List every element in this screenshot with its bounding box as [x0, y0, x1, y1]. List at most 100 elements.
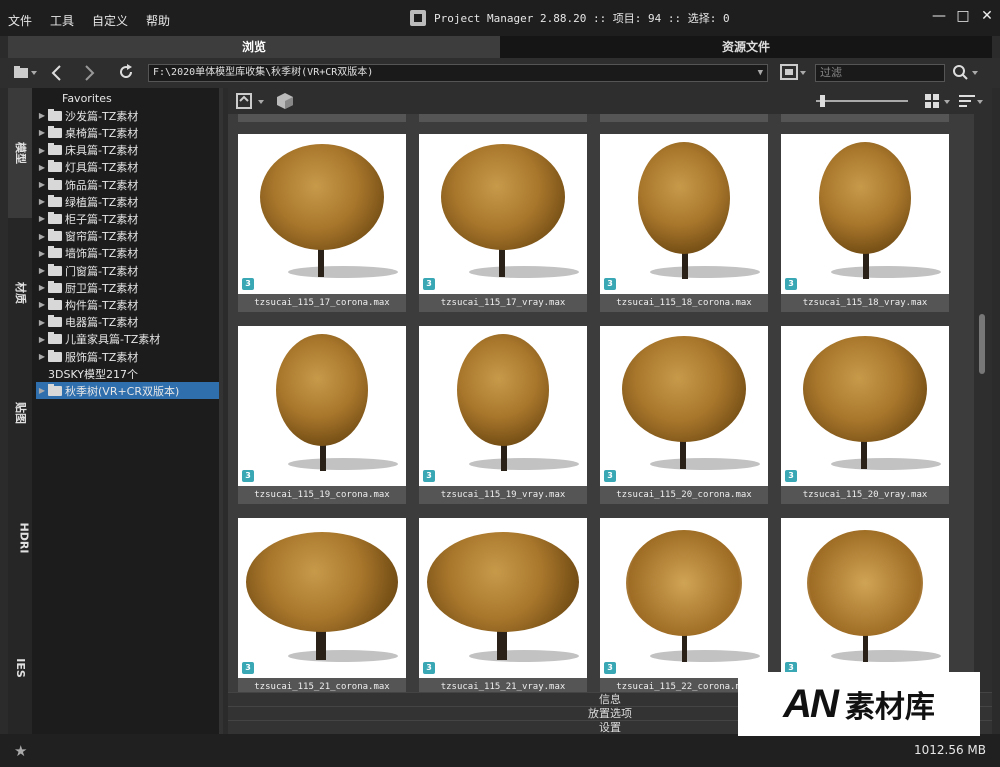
back-icon[interactable] [46, 63, 68, 83]
tree-item[interactable]: ▶ 饰品篇-TZ素材 [36, 176, 220, 193]
thumbnail-size-slider[interactable] [812, 91, 912, 111]
asset-thumbnail[interactable]: 3 [781, 134, 949, 294]
chevron-right-icon[interactable]: ▶ [36, 214, 48, 223]
asset-thumbnail[interactable]: 3 [781, 518, 949, 678]
tree-item[interactable]: ▶ 沙发篇-TZ素材 [36, 107, 220, 124]
chevron-right-icon[interactable]: ▶ [36, 111, 48, 120]
asset-card[interactable]: 3 tzsucai_115_19_corona.max [238, 326, 406, 504]
menu-help[interactable]: 帮助 [146, 12, 170, 29]
tree-item[interactable]: ▶ 灯具篇-TZ素材 [36, 159, 220, 176]
tree-item[interactable]: 3DSKY模型217个 [36, 365, 220, 382]
tree-item[interactable]: ▶ 墙饰篇-TZ素材 [36, 245, 220, 262]
chevron-right-icon[interactable]: ▶ [36, 300, 48, 309]
tree-item[interactable]: ▶ 门窗篇-TZ素材 [36, 262, 220, 279]
asset-card[interactable]: 3 tzsucai_115_17_vray.max [419, 134, 587, 312]
tree-item[interactable]: ▶ 床具篇-TZ素材 [36, 142, 220, 159]
app-icon [410, 10, 426, 26]
chevron-right-icon[interactable]: ▶ [36, 146, 48, 155]
asset-thumbnail[interactable]: 3 [600, 326, 768, 486]
chevron-right-icon[interactable]: ▶ [36, 128, 48, 137]
grid-view-icon[interactable] [922, 91, 954, 111]
asset-thumbnail[interactable]: 3 [600, 518, 768, 678]
folder-icon [48, 143, 62, 156]
side-tab-maps[interactable]: 贴图 [8, 368, 32, 458]
chevron-right-icon[interactable]: ▶ [36, 266, 48, 275]
chevron-right-icon[interactable]: ▶ [36, 180, 48, 189]
tree-scrollbar[interactable] [219, 88, 223, 734]
path-field[interactable]: F:\2020单体模型库收集\秋季树(VR+CR双版本) ▼ [148, 64, 768, 82]
filter-input[interactable]: 过滤 [815, 64, 945, 82]
tree-item[interactable]: ▶ 厨卫篇-TZ素材 [36, 279, 220, 296]
menu-file[interactable]: 文件 [8, 12, 32, 29]
side-tab-materials[interactable]: 材质 [8, 248, 32, 338]
sort-icon[interactable] [956, 91, 986, 111]
tree-item-label: 柜子篇-TZ素材 [65, 212, 139, 226]
asset-thumbnail[interactable]: 3 [419, 326, 587, 486]
side-tab-hdri[interactable]: HDRI [8, 498, 32, 578]
chevron-right-icon[interactable]: ▶ [36, 352, 48, 361]
tree-item[interactable]: ▶ 窗帘篇-TZ素材 [36, 228, 220, 245]
folder-menu-icon[interactable] [10, 63, 40, 83]
tree-crown [638, 142, 730, 254]
asset-card[interactable]: 3 tzsucai_115_18_corona.max [600, 134, 768, 312]
minimize-icon[interactable]: — [932, 8, 946, 24]
chevron-right-icon[interactable]: ▶ [36, 318, 48, 327]
star-icon[interactable]: ★ [14, 742, 27, 760]
asset-filename: tzsucai_115_21_corona.max [238, 678, 406, 692]
chevron-right-icon[interactable]: ▶ [36, 335, 48, 344]
status-bar: ★ 1012.56 MB [0, 734, 1000, 767]
restore-icon[interactable]: □ [956, 8, 970, 24]
asset-thumbnail[interactable]: 3 [600, 134, 768, 294]
asset-card[interactable]: 3 tzsucai_115_20_corona.max [600, 326, 768, 504]
side-tab-ies[interactable]: IES [8, 628, 32, 708]
chevron-right-icon[interactable]: ▶ [36, 249, 48, 258]
scrollbar-thumb[interactable] [979, 314, 985, 374]
chevron-right-icon[interactable]: ▶ [36, 386, 48, 395]
close-icon[interactable]: ✕ [980, 8, 994, 24]
package-icon[interactable] [274, 91, 296, 111]
tree-item[interactable]: ▶ 儿童家具篇-TZ素材 [36, 331, 220, 348]
menu-customize[interactable]: 自定义 [92, 12, 128, 29]
asset-thumbnail[interactable]: 3 [781, 326, 949, 486]
search-icon[interactable] [950, 63, 982, 83]
tree-item-label: 沙发篇-TZ素材 [65, 109, 139, 123]
tab-resource-files[interactable]: 资源文件 [500, 36, 992, 58]
grid-scrollbar[interactable] [974, 114, 992, 692]
tree-item[interactable]: ▶ 绿植篇-TZ素材 [36, 193, 220, 210]
tree-item[interactable]: ▶ 服饰篇-TZ素材 [36, 348, 220, 365]
asset-thumbnail[interactable]: 3 [238, 518, 406, 678]
tree-item[interactable]: Favorites [50, 90, 234, 107]
chevron-down-icon[interactable]: ▼ [758, 65, 763, 81]
tree-item[interactable]: ▶ 秋季树(VR+CR双版本) [36, 382, 220, 400]
asset-thumbnail[interactable]: 3 [419, 134, 587, 294]
asset-card[interactable]: 3 tzsucai_115_22_corona.max [600, 518, 768, 692]
view-options-icon[interactable] [778, 63, 808, 83]
chevron-right-icon[interactable]: ▶ [36, 163, 48, 172]
side-tab-models[interactable]: 模型 [8, 88, 32, 218]
asset-card[interactable]: 3 tzsucai_115_21_vray.max [419, 518, 587, 692]
asset-card[interactable]: 3 tzsucai_115_21_corona.max [238, 518, 406, 692]
chevron-right-icon[interactable]: ▶ [36, 283, 48, 292]
tab-browse[interactable]: 浏览 [8, 36, 500, 58]
asset-card[interactable]: 3tzsucai_115_22_vray.max [781, 518, 949, 692]
tree-item[interactable]: ▶ 电器篇-TZ素材 [36, 314, 220, 331]
sync-icon[interactable] [234, 91, 268, 111]
asset-thumbnail[interactable]: 3 [419, 518, 587, 678]
asset-card[interactable]: 3 tzsucai_115_19_vray.max [419, 326, 587, 504]
asset-thumbnail[interactable]: 3 [238, 134, 406, 294]
asset-card[interactable]: 3 tzsucai_115_17_corona.max [238, 134, 406, 312]
asset-thumbnail[interactable]: 3 [238, 326, 406, 486]
title-bar: 文件 工具 自定义 帮助 Project Manager 2.88.20 :: … [0, 0, 1000, 36]
chevron-right-icon[interactable]: ▶ [36, 232, 48, 241]
forward-icon[interactable] [78, 63, 100, 83]
tree-item[interactable]: ▶ 柜子篇-TZ素材 [36, 210, 220, 227]
tree-item[interactable]: ▶ 构件篇-TZ素材 [36, 296, 220, 313]
asset-grid: 3 tzsucai_115_17_corona.max 3 tzsucai_115_1… [228, 114, 974, 692]
refresh-icon[interactable] [116, 63, 136, 83]
asset-card[interactable]: 3 tzsucai_115_20_vray.max [781, 326, 949, 504]
chevron-right-icon[interactable]: ▶ [36, 197, 48, 206]
asset-card[interactable]: 3 tzsucai_115_18_vray.max [781, 134, 949, 312]
tree-crown [246, 532, 398, 632]
tree-item[interactable]: ▶ 桌椅篇-TZ素材 [36, 124, 220, 141]
menu-tools[interactable]: 工具 [50, 12, 74, 29]
